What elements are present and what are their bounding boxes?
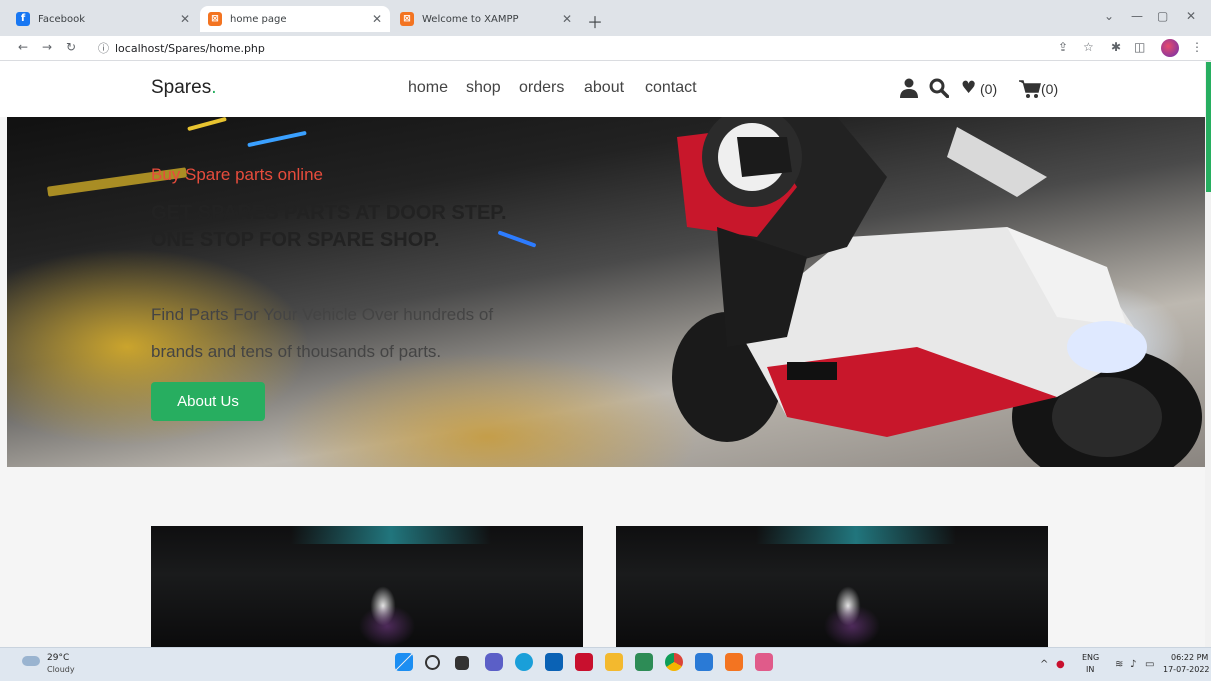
minimize-button[interactable]: — [1131, 9, 1143, 23]
extensions-icon[interactable]: ✱ [1111, 40, 1121, 54]
task-view-icon[interactable] [455, 656, 469, 670]
wishlist-heart-icon[interactable]: ♥ [961, 78, 976, 98]
cloud-icon[interactable] [22, 656, 40, 666]
close-window-button[interactable]: ✕ [1186, 9, 1196, 23]
new-tab-button[interactable]: ＋ [587, 9, 603, 33]
hero-description: Find Parts For Your Vehicle Over hundred… [151, 305, 494, 361]
category-card-image[interactable] [151, 526, 583, 647]
file-explorer-icon[interactable] [605, 653, 623, 671]
tab-home-page[interactable]: ⊠ home page ✕ [200, 6, 390, 32]
xampp-icon: ⊠ [400, 12, 414, 26]
back-icon[interactable]: ← [18, 40, 28, 54]
battery-icon[interactable]: ▭ [1145, 659, 1154, 670]
wifi-icon[interactable]: ≋ [1115, 659, 1123, 670]
url-field[interactable]: ⓘ localhost/Spares/home.php [98, 39, 1138, 57]
language-indicator[interactable]: ENG [1082, 653, 1099, 662]
snipping-tool-icon[interactable] [755, 653, 773, 671]
site-info-icon[interactable]: ⓘ [98, 40, 109, 56]
mail-icon[interactable] [545, 653, 563, 671]
user-icon[interactable] [900, 78, 918, 102]
antivirus-icon[interactable] [575, 653, 593, 671]
close-tab-icon[interactable]: ✕ [372, 12, 382, 26]
wishlist-count: (0) [980, 81, 998, 97]
logo-text: Spares [151, 77, 212, 98]
profile-avatar[interactable] [1161, 39, 1179, 57]
close-tab-icon[interactable]: ✕ [562, 12, 572, 26]
weather-temperature[interactable]: 29°C [47, 653, 69, 663]
bookmark-star-icon[interactable]: ☆ [1083, 40, 1094, 54]
side-panel-icon[interactable]: ◫ [1134, 40, 1145, 54]
tab-facebook[interactable]: f Facebook ✕ [8, 6, 198, 32]
motorcycle-image [672, 117, 1202, 467]
tab-title: home page [230, 13, 287, 25]
chat-icon[interactable] [485, 653, 503, 671]
clock-time[interactable]: 06:22 PM [1171, 653, 1208, 662]
hero-subtitle: Buy Spare parts online [151, 165, 323, 184]
about-us-button[interactable]: About Us [151, 382, 265, 421]
hero-title: GET SPARES PARTS AT DOOR STEP. ONE STOP … [151, 202, 507, 251]
light-streak [187, 117, 227, 132]
close-tab-icon[interactable]: ✕ [180, 12, 190, 26]
chrome-icon[interactable] [665, 653, 683, 671]
share-icon[interactable]: ⇪ [1058, 40, 1068, 54]
tab-xampp[interactable]: ⊠ Welcome to XAMPP ✕ [392, 6, 580, 32]
weather-condition[interactable]: Cloudy [47, 665, 75, 674]
xampp-icon: ⊠ [208, 12, 222, 26]
xampp-icon[interactable] [725, 653, 743, 671]
search-icon[interactable] [425, 655, 440, 670]
nav-shop[interactable]: shop [466, 79, 501, 97]
windows-start-icon[interactable] [395, 653, 413, 671]
forward-icon[interactable]: → [42, 40, 52, 54]
tab-title: Facebook [38, 13, 85, 25]
card-highlight [291, 526, 491, 544]
app-l-icon[interactable] [635, 653, 653, 671]
facebook-icon: f [16, 12, 30, 26]
edge-icon[interactable] [515, 653, 533, 671]
region-indicator[interactable]: IN [1086, 665, 1094, 674]
tab-title: Welcome to XAMPP [422, 13, 519, 25]
security-tray-icon[interactable]: ● [1056, 659, 1065, 670]
nav-orders[interactable]: orders [519, 79, 564, 97]
cart-icon[interactable] [1019, 80, 1041, 102]
nav-contact[interactable]: contact [645, 79, 697, 97]
nav-about[interactable]: about [584, 79, 624, 97]
logo-dot: . [211, 77, 217, 98]
menu-icon[interactable]: ⋮ [1191, 40, 1203, 54]
volume-icon[interactable]: ♪ [1130, 659, 1136, 670]
light-streak [247, 130, 307, 148]
scrollbar-thumb[interactable] [1206, 62, 1211, 192]
card-highlight [756, 526, 956, 544]
cart-count: (0) [1041, 81, 1059, 97]
vscode-icon[interactable] [695, 653, 713, 671]
restore-button[interactable]: ▢ [1157, 9, 1168, 23]
nav-home[interactable]: home [408, 79, 448, 97]
clock-date[interactable]: 17-07-2022 [1163, 665, 1210, 674]
reload-icon[interactable]: ↻ [66, 40, 76, 54]
tab-search-icon[interactable]: ⌄ [1104, 9, 1114, 23]
search-icon[interactable] [929, 78, 950, 102]
site-logo[interactable]: Spares. [151, 77, 216, 99]
show-hidden-icons[interactable]: ^ [1040, 659, 1048, 670]
url-text: localhost/Spares/home.php [115, 41, 265, 55]
category-card-image[interactable] [616, 526, 1048, 647]
